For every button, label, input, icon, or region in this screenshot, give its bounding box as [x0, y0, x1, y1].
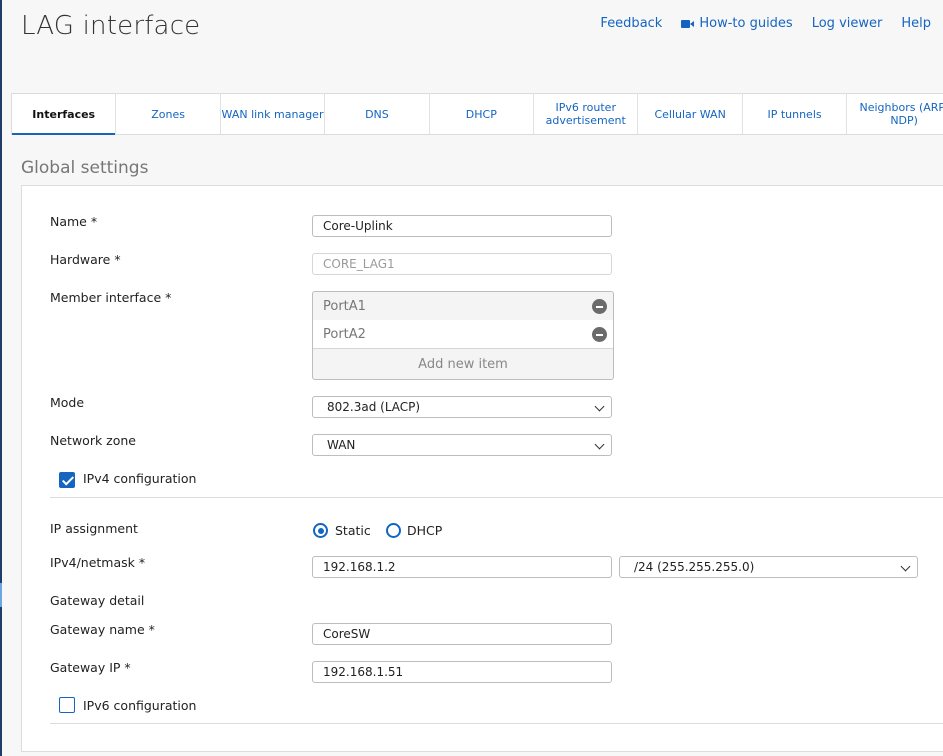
- tab-dns[interactable]: DNS: [325, 94, 430, 134]
- feedback-link-label: Feedback: [600, 16, 663, 31]
- static-radio[interactable]: [313, 523, 328, 538]
- hardware-label: Hardware *: [50, 252, 121, 267]
- tab-dhcp[interactable]: DHCP: [430, 94, 535, 134]
- member-interface-list: PortA1 PortA2 Add new item: [312, 291, 614, 380]
- mode-label: Mode: [50, 395, 85, 410]
- name-input[interactable]: [312, 215, 612, 237]
- ipv4-netmask-label: IPv4/netmask *: [50, 555, 146, 570]
- page-title: LAG interface: [21, 11, 201, 41]
- member-interface-label: Member interface *: [50, 290, 172, 305]
- dhcp-radio-label: DHCP: [407, 523, 443, 538]
- tab-wan-link-manager[interactable]: WAN link manager: [221, 94, 326, 134]
- ipv4-configuration-checkbox[interactable]: [59, 472, 75, 488]
- remove-icon[interactable]: [592, 327, 607, 342]
- tab-interfaces[interactable]: Interfaces: [12, 94, 117, 135]
- network-zone-select[interactable]: WAN: [312, 434, 612, 456]
- feedback-link[interactable]: Feedback: [600, 16, 662, 31]
- help-link[interactable]: Help: [901, 16, 931, 31]
- hardware-input: [312, 253, 612, 275]
- add-new-item-button[interactable]: Add new item: [313, 348, 613, 380]
- dhcp-radio[interactable]: [386, 523, 401, 538]
- log-viewer-label: Log viewer: [811, 16, 883, 31]
- howto-guides-link[interactable]: How-to guides: [681, 16, 793, 31]
- tab-neighbors[interactable]: Neighbors (ARP-NDP): [847, 94, 943, 134]
- netmask-select-value: /24 (255.255.255.0): [634, 560, 755, 574]
- top-links: Feedback How-to guides Log viewer Help: [581, 16, 931, 31]
- tab-cellular-wan[interactable]: Cellular WAN: [638, 94, 743, 134]
- tab-neighbors-label: Neighbors (ARP-NDP): [859, 101, 943, 127]
- log-viewer-link[interactable]: Log viewer: [812, 16, 883, 31]
- video-camera-icon: [681, 19, 695, 29]
- gateway-name-label: Gateway name *: [50, 622, 155, 637]
- tab-zones[interactable]: Zones: [116, 94, 221, 134]
- nav-edge: [0, 0, 2, 756]
- static-radio-label: Static: [335, 523, 371, 538]
- member-item-label: PortA1: [323, 298, 366, 314]
- nav-edge-marker: [0, 583, 2, 607]
- ipv4-configuration-label: IPv4 configuration: [83, 471, 197, 486]
- ipv6-configuration-checkbox[interactable]: [59, 697, 75, 713]
- network-zone-label: Network zone: [50, 433, 136, 448]
- chevron-down-icon: [594, 439, 605, 450]
- network-zone-select-value: WAN: [327, 438, 356, 452]
- tab-ipv6-router-advertisement[interactable]: IPv6 router advertisement: [534, 94, 639, 134]
- divider: [50, 497, 943, 498]
- howto-guides-label: How-to guides: [699, 16, 793, 31]
- tab-ip-tunnels[interactable]: IP tunnels: [743, 94, 848, 134]
- chevron-down-icon: [594, 401, 605, 412]
- gateway-name-input[interactable]: [312, 623, 612, 645]
- chevron-down-icon: [900, 561, 911, 572]
- help-label: Help: [901, 16, 931, 31]
- tab-bar: Interfaces Zones WAN link manager DNS DH…: [11, 93, 943, 135]
- gateway-detail-heading: Gateway detail: [50, 593, 145, 608]
- netmask-select[interactable]: /24 (255.255.255.0): [619, 556, 918, 578]
- name-label: Name *: [50, 214, 98, 229]
- list-item: PortA2: [313, 320, 613, 348]
- mode-select-value: 802.3ad (LACP): [327, 400, 421, 414]
- gateway-ip-input[interactable]: [312, 661, 612, 683]
- divider: [50, 723, 943, 724]
- gateway-ip-label: Gateway IP *: [50, 660, 131, 675]
- ipv6-configuration-label: IPv6 configuration: [83, 698, 197, 713]
- list-item: PortA1: [313, 292, 613, 320]
- remove-icon[interactable]: [592, 299, 607, 314]
- ipv4-address-input[interactable]: [312, 556, 612, 578]
- member-item-label: PortA2: [323, 326, 366, 342]
- section-title: Global settings: [21, 158, 149, 178]
- mode-select[interactable]: 802.3ad (LACP): [312, 396, 612, 418]
- ip-assignment-label: IP assignment: [50, 521, 138, 536]
